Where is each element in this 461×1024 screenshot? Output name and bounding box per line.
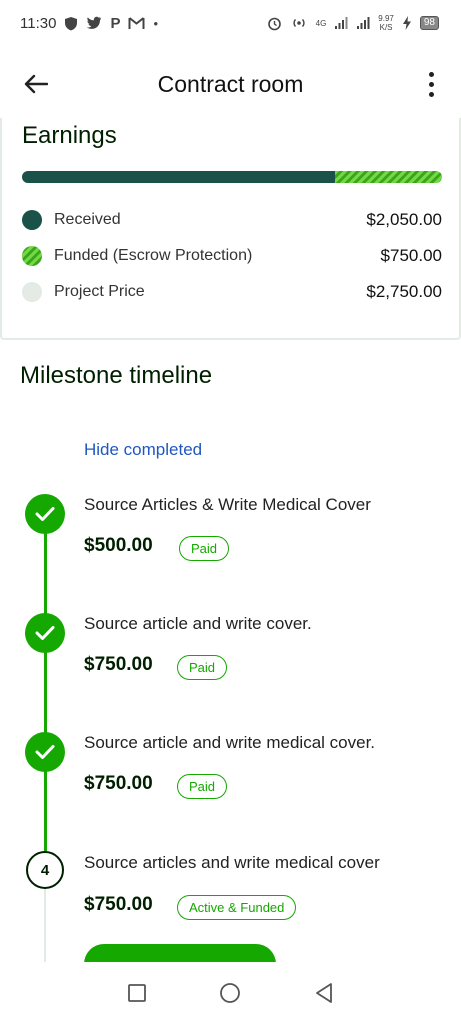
- milestone-amount: $500.00: [84, 535, 153, 556]
- system-nav-bar: [0, 962, 461, 1024]
- triangle-back-icon: [316, 983, 333, 1003]
- earnings-title: Earnings: [22, 122, 117, 149]
- alarm-icon: [267, 17, 281, 30]
- net-speed-value: 9.97: [378, 14, 394, 23]
- milestone-amount: $750.00: [84, 894, 153, 915]
- status-badge: Active & Funded: [177, 895, 297, 920]
- more-vertical-icon-dot: [428, 71, 434, 77]
- earnings-card: Earnings Received $2,050.00 Funded (Escr…: [0, 118, 461, 340]
- page-title: Contract room: [157, 70, 304, 97]
- legend-value: $2,050.00: [366, 210, 442, 229]
- earnings-progress-bar: [22, 171, 442, 183]
- back-nav-button[interactable]: [306, 975, 342, 1011]
- net-speed-unit: K/S: [379, 23, 393, 32]
- shield-icon: [65, 16, 78, 30]
- signal-icon: [335, 17, 348, 29]
- progress-funded: [334, 171, 442, 183]
- legend-row-project-price: Project Price $2,750.00: [22, 280, 442, 304]
- progress-received: [22, 171, 335, 183]
- milestone-number-badge: 4: [26, 851, 64, 889]
- hide-completed-link[interactable]: Hide completed: [84, 440, 202, 460]
- dot-icon: •: [153, 15, 159, 31]
- legend-value: $750.00: [380, 246, 442, 265]
- legend-value: $2,750.00: [366, 282, 442, 301]
- square-icon: [127, 984, 146, 1002]
- received-dot-icon: [22, 210, 42, 230]
- charging-icon: [402, 16, 411, 30]
- back-button[interactable]: [20, 68, 52, 100]
- status-right: 4G 9.97 K/S 98: [267, 14, 439, 32]
- more-vertical-icon-dot: [428, 91, 434, 97]
- check-icon: [25, 613, 65, 653]
- price-dot-icon: [22, 282, 42, 302]
- status-left: 11:30 P •: [20, 15, 158, 32]
- check-icon: [25, 494, 65, 534]
- legend-row-funded: Funded (Escrow Protection) $750.00: [22, 244, 442, 268]
- milestone-title: Source articles and write medical cover: [84, 853, 380, 872]
- milestone-amount: $750.00: [84, 654, 153, 675]
- milestone-title: Source Articles & Write Medical Cover: [84, 495, 371, 514]
- milestone-timeline-title: Milestone timeline: [20, 362, 213, 389]
- legend-row-received: Received $2,050.00: [22, 208, 442, 232]
- gmail-icon: [128, 17, 145, 29]
- status-bar: 11:30 P • 4G 9.97 K/S 98: [0, 0, 461, 46]
- network-type: 4G: [315, 18, 327, 28]
- more-options-button[interactable]: [417, 68, 445, 100]
- legend-label: Project Price: [54, 283, 145, 300]
- milestone-amount: $750.00: [84, 773, 153, 794]
- hotspot-icon: [293, 19, 305, 27]
- status-badge: Paid: [177, 774, 228, 799]
- milestone-title: Source article and write medical cover.: [84, 733, 376, 752]
- legend-label: Received: [54, 211, 121, 228]
- app-header: Contract room: [0, 46, 461, 122]
- more-vertical-icon-dot: [428, 81, 434, 87]
- home-button[interactable]: [212, 975, 248, 1011]
- check-icon: [25, 732, 65, 772]
- legend-label: Funded (Escrow Protection): [54, 247, 253, 264]
- milestone-title: Source article and write cover.: [84, 614, 312, 633]
- twitter-icon: [87, 16, 102, 29]
- circle-icon: [220, 983, 241, 1003]
- status-badge: Paid: [177, 655, 228, 680]
- recents-button[interactable]: [119, 975, 155, 1011]
- status-time: 11:30: [20, 14, 57, 32]
- arrow-left-icon: [24, 74, 48, 94]
- status-badge: Paid: [179, 536, 230, 561]
- signal-icon: [357, 17, 370, 29]
- net-speed: 9.97 K/S: [378, 14, 394, 32]
- timeline-line-completed: [44, 512, 47, 854]
- timeline-line-upcoming: [44, 880, 46, 964]
- p-icon: P: [110, 14, 121, 32]
- funded-dot-icon: [22, 246, 42, 266]
- battery-level: 98: [419, 16, 439, 30]
